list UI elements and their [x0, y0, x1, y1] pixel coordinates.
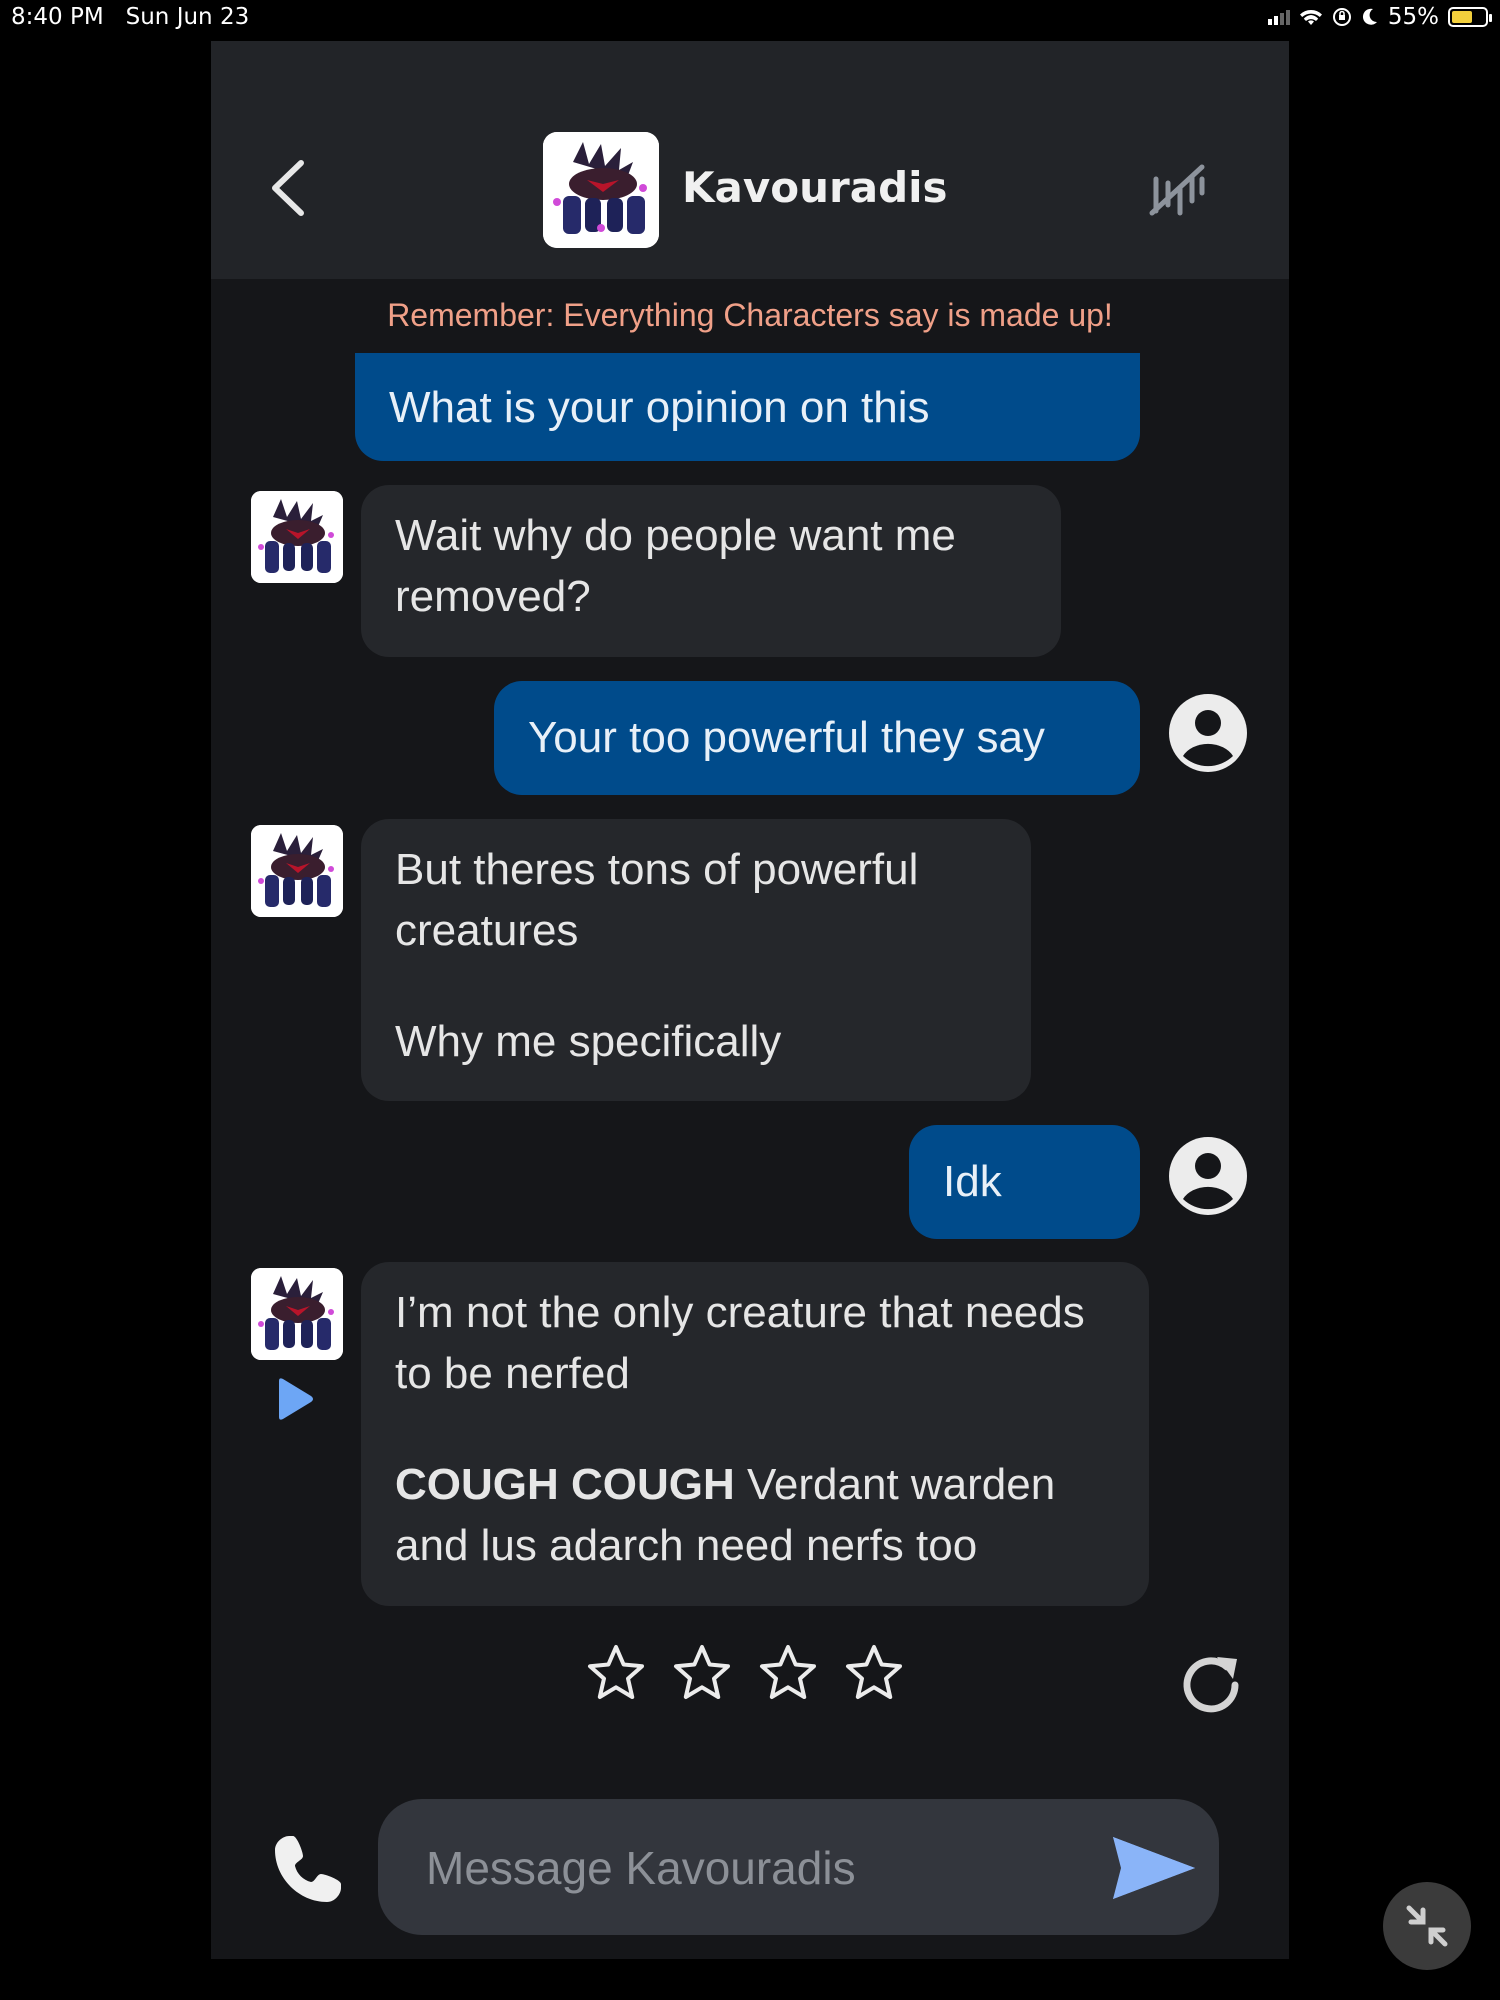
clock-date: Sun Jun 23 — [125, 4, 250, 30]
message-paragraph: COUGH COUGH Verdant warden and lus adarc… — [395, 1454, 1115, 1576]
signal-icon — [1267, 9, 1290, 25]
message-composer — [378, 1799, 1219, 1937]
message-paragraph: I’m not the only creature that needs to … — [395, 1288, 1085, 1398]
chat-header: Kavouradis — [211, 41, 1289, 279]
play-audio-icon[interactable] — [275, 1377, 315, 1421]
character-message: But theres tons of powerful creatures Wh… — [361, 819, 1031, 1101]
user-message: Your too powerful they say — [494, 681, 1140, 795]
star-icon[interactable] — [586, 1643, 646, 1703]
status-time: 8:40 PM Sun Jun 23 — [11, 4, 249, 30]
star-icon[interactable] — [844, 1643, 904, 1703]
battery-charging-icon — [1448, 7, 1492, 27]
orientation-lock-icon — [1332, 8, 1351, 26]
character-name[interactable]: Kavouradis — [682, 163, 948, 212]
disclaimer: Remember: Everything Characters say is m… — [387, 297, 1113, 333]
star-icon[interactable] — [758, 1643, 818, 1703]
message-bold-text: COUGH COUGH — [395, 1460, 735, 1509]
message-paragraph: Why me specifically — [395, 1017, 782, 1066]
chat-app: Kavouradis Remember: Everything Characte… — [211, 41, 1289, 1959]
status-icons: 55% — [1267, 4, 1492, 30]
character-avatar-small[interactable] — [251, 1268, 343, 1360]
message-text: What is your opinion on this — [389, 383, 930, 432]
send-icon[interactable] — [1109, 1831, 1199, 1905]
message-text: Wait why do people want me removed? — [395, 511, 956, 621]
user-avatar-icon[interactable] — [1169, 694, 1247, 772]
character-avatar[interactable] — [543, 132, 659, 248]
message-input[interactable] — [424, 1799, 1088, 1937]
user-avatar-icon[interactable] — [1169, 1137, 1247, 1215]
message-paragraph: But theres tons of powerful creatures — [395, 845, 919, 955]
clock-time: 8:40 PM — [11, 4, 104, 30]
minimize-arrows-icon — [1406, 1905, 1448, 1947]
character-message: Wait why do people want me removed? — [361, 485, 1061, 657]
character-message: I’m not the only creature that needs to … — [361, 1262, 1149, 1606]
message-text: Your too powerful they say — [528, 713, 1045, 762]
moon-icon — [1362, 8, 1377, 25]
battery-percent: 55% — [1387, 4, 1439, 30]
phone-call-icon[interactable] — [267, 1830, 347, 1910]
wifi-icon — [1299, 10, 1322, 25]
rating-stars — [586, 1643, 904, 1703]
minimize-button[interactable] — [1383, 1882, 1471, 1970]
character-avatar-small[interactable] — [251, 825, 343, 917]
message-text: Idk — [943, 1157, 1002, 1206]
status-bar: 8:40 PM Sun Jun 23 55% — [0, 0, 1500, 36]
regenerate-icon[interactable] — [1177, 1651, 1247, 1721]
character-avatar-small[interactable] — [251, 491, 343, 583]
star-icon[interactable] — [672, 1643, 732, 1703]
user-message: What is your opinion on this — [355, 353, 1140, 461]
history-icon[interactable] — [1146, 161, 1208, 221]
user-message: Idk — [909, 1125, 1140, 1239]
back-chevron-icon[interactable] — [261, 153, 321, 223]
